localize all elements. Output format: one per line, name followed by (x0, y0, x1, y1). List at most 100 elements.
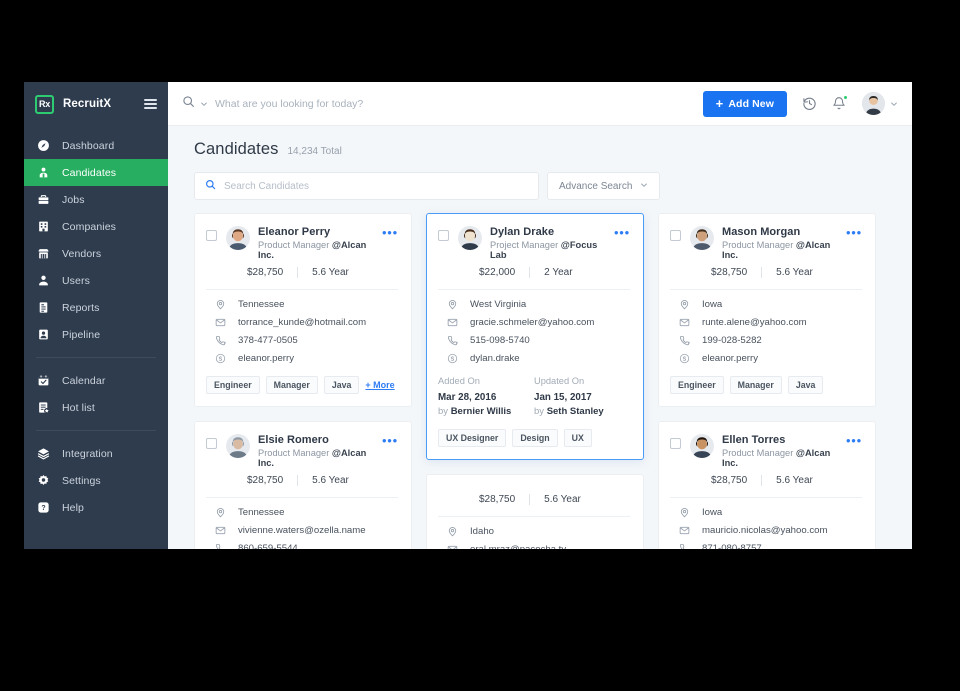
candidate-salary: $28,750 (247, 475, 284, 486)
email-icon (678, 317, 691, 328)
candidate-email-row: gracie.schmeler@yahoo.com (438, 317, 630, 328)
sidebar-item-label: Help (62, 501, 84, 514)
sidebar-item-users[interactable]: Users (24, 267, 168, 294)
candidate-email-row: runte.alene@yahoo.com (670, 317, 862, 328)
sidebar-item-dashboard[interactable]: Dashboard (24, 132, 168, 159)
candidates-column: Mason Morgan Product Manager @Alcan Inc. •… (658, 213, 876, 549)
stat-divider (761, 267, 763, 278)
candidate-experience: 5.6 Year (312, 475, 349, 486)
email-icon (446, 317, 459, 328)
advance-search-dropdown[interactable]: Advance Search (547, 172, 661, 200)
candidate-card[interactable]: Mason Morgan Product Manager @Alcan Inc. •… (658, 213, 876, 407)
candidate-card[interactable]: Elsie Romero Product Manager @Alcan Inc. •… (194, 421, 412, 549)
candidate-card[interactable]: $28,750 5.6 Year Idaho oral.mraz@pacocha.tv… (426, 474, 644, 549)
hamburger-menu-icon[interactable] (144, 99, 157, 109)
candidate-stats: $28,750 5.6 Year (711, 267, 862, 278)
search-scope-chevron-down-icon[interactable] (200, 95, 208, 113)
select-candidate-checkbox[interactable] (206, 438, 217, 449)
candidate-handle: eleanor.perry (702, 353, 758, 364)
sidebar-item-label: Dashboard (62, 139, 115, 152)
candidates-search-input[interactable] (224, 180, 528, 192)
history-icon[interactable] (802, 96, 817, 111)
sidebar-item-jobs[interactable]: Jobs (24, 186, 168, 213)
candidate-experience: 5.6 Year (776, 475, 813, 486)
candidate-card[interactable]: Eleanor Perry Product Manager @Alcan Inc.… (194, 213, 412, 407)
global-search-input[interactable] (215, 97, 703, 110)
candidate-location-row: Idaho (438, 526, 630, 537)
candidate-details: Idahooral.mraz@pacocha.tv447-710-3204 (438, 526, 630, 549)
notifications-bell-icon[interactable] (832, 95, 848, 111)
sidebar-item-reports[interactable]: Reports (24, 294, 168, 321)
sidebar-item-hot-list[interactable]: Hot list (24, 394, 168, 421)
sidebar-item-companies[interactable]: Companies (24, 213, 168, 240)
candidate-stats: $28,750 5.6 Year (479, 494, 630, 505)
sidebar-item-label: Users (62, 274, 90, 287)
candidate-identity: Eleanor Perry Product Manager @Alcan Inc. (258, 226, 382, 260)
more-tags-link[interactable]: + More (365, 380, 394, 390)
sidebar-item-calendar[interactable]: Calendar (24, 367, 168, 394)
candidate-location-row: West Virginia (438, 299, 630, 310)
candidate-experience: 5.6 Year (312, 267, 349, 278)
card-more-options-icon[interactable]: ••• (382, 226, 398, 239)
card-more-options-icon[interactable]: ••• (382, 434, 398, 447)
candidate-identity: Elsie Romero Product Manager @Alcan Inc. (258, 434, 382, 468)
added-on-date: Mar 28, 2016 (438, 392, 497, 403)
phone-icon (214, 335, 227, 346)
candidate-card[interactable]: Ellen Torres Product Manager @Alcan Inc. •… (658, 421, 876, 549)
sidebar-item-pipeline[interactable]: Pipeline (24, 321, 168, 348)
candidate-phone-row: 860-659-5544 (206, 543, 398, 549)
add-new-button[interactable]: + Add New (702, 90, 787, 117)
candidate-phone: 515-098-5740 (470, 335, 530, 346)
global-search[interactable] (182, 95, 703, 113)
report-icon (37, 301, 53, 314)
candidate-tag[interactable]: Manager (265, 376, 318, 394)
candidate-tag[interactable]: Java (787, 376, 824, 394)
candidate-card[interactable]: Dylan Drake Project Manager @Focus Lab •••… (426, 213, 644, 460)
stat-divider (297, 475, 299, 486)
card-header: Dylan Drake Project Manager @Focus Lab ••• (438, 226, 630, 260)
candidates-icon (37, 166, 53, 179)
candidate-tag[interactable]: Engineer (206, 376, 260, 394)
pipeline-icon (37, 328, 53, 341)
sidebar-group: Integration Settings? Help (24, 434, 168, 527)
candidate-total-count: 14,234 Total (287, 146, 342, 157)
select-candidate-checkbox[interactable] (206, 230, 217, 241)
location-pin-icon (446, 526, 459, 537)
select-candidate-checkbox[interactable] (670, 230, 681, 241)
candidate-tag[interactable]: UX Designer (438, 429, 507, 447)
candidates-grid: Eleanor Perry Product Manager @Alcan Inc.… (194, 213, 894, 549)
sidebar-item-candidates[interactable]: Candidates (24, 159, 168, 186)
candidate-email: vivienne.waters@ozella.name (238, 525, 366, 536)
candidate-tags: Engineer Manager Java + More (206, 376, 398, 394)
sidebar-item-settings[interactable]: Settings (24, 467, 168, 494)
location-pin-icon (214, 299, 227, 310)
candidate-avatar (458, 226, 482, 250)
candidate-tag[interactable]: Java (323, 376, 360, 394)
candidate-tag[interactable]: Manager (729, 376, 782, 394)
card-more-options-icon[interactable]: ••• (846, 434, 862, 447)
brand-name: RecruitX (63, 98, 112, 110)
candidate-handle: dylan.drake (470, 353, 520, 364)
user-menu[interactable] (862, 92, 898, 115)
card-more-options-icon[interactable]: ••• (614, 226, 630, 239)
email-icon (214, 525, 227, 536)
card-more-options-icon[interactable]: ••• (846, 226, 862, 239)
candidate-handle-row: eleanor.perry (206, 353, 398, 364)
sidebar-item-integration[interactable]: Integration (24, 440, 168, 467)
candidate-tag[interactable]: Engineer (670, 376, 724, 394)
candidate-tag[interactable]: UX (563, 429, 592, 447)
card-divider (206, 289, 398, 290)
added-on-label: Added On (438, 376, 480, 386)
candidate-tags: Engineer Manager Java (670, 376, 862, 394)
candidates-search-box[interactable] (194, 172, 539, 200)
select-candidate-checkbox[interactable] (670, 438, 681, 449)
page-header: Candidates 14,234 Total (194, 140, 894, 159)
select-candidate-checkbox[interactable] (438, 230, 449, 241)
updated-on-block: Updated On Jan 15, 2017 by Seth Stanley (534, 376, 630, 417)
candidate-handle-row: eleanor.perry (670, 353, 862, 364)
candidate-tag[interactable]: Design (512, 429, 558, 447)
sidebar-item-vendors[interactable]: Vendors (24, 240, 168, 267)
sidebar-item-label: Calendar (62, 374, 106, 387)
card-header: Elsie Romero Product Manager @Alcan Inc. •… (206, 434, 398, 468)
sidebar-item-help[interactable]: ? Help (24, 494, 168, 521)
